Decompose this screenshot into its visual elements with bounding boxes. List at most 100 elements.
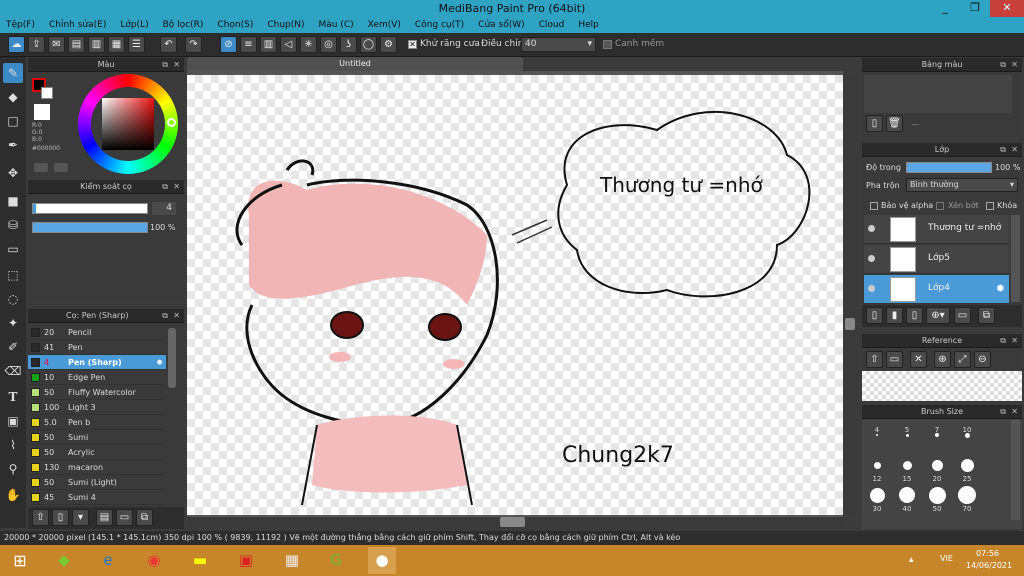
upload-icon[interactable]: ⇧ xyxy=(866,351,883,368)
snap-settings-icon[interactable]: ⚙ xyxy=(380,36,397,53)
lasso-tool-icon[interactable]: ◌ xyxy=(3,289,23,309)
office-icon[interactable]: ▣ xyxy=(232,547,260,574)
layer-folder-icon[interactable]: ▭ xyxy=(954,307,971,324)
close-icon[interactable]: ✕ xyxy=(1011,58,1018,72)
pin-icon[interactable]: ⧉ xyxy=(162,309,168,323)
antialias-checkbox[interactable]: ✕ xyxy=(408,40,417,49)
language-indicator[interactable]: VIE xyxy=(940,554,953,563)
transparent-swatch[interactable] xyxy=(34,104,50,120)
ie-icon[interactable]: e xyxy=(94,547,122,574)
brush-size-dot[interactable] xyxy=(902,460,912,470)
undo-icon[interactable]: ↶ xyxy=(160,36,177,53)
select-tool-icon[interactable]: ⬚ xyxy=(3,265,23,285)
add-brush-icon[interactable]: ⇧ xyxy=(32,509,49,526)
start-button[interactable]: ⊞ xyxy=(2,547,38,574)
menu-edit[interactable]: Chỉnh sửa(E) xyxy=(49,20,106,30)
secondary-color-swatch[interactable] xyxy=(41,87,53,99)
protect-alpha-checkbox[interactable] xyxy=(870,202,878,210)
brush-size-value[interactable]: 4 xyxy=(152,202,176,215)
pin-icon[interactable]: ⧉ xyxy=(1000,405,1006,419)
brush-item[interactable]: 50 Acrylic xyxy=(28,445,166,460)
folder-icon[interactable]: ▬ xyxy=(186,547,214,574)
vertical-scrollbar[interactable] xyxy=(845,75,857,515)
new-layer-1bit-icon[interactable]: ▯ xyxy=(906,307,923,324)
brush-size-dot[interactable] xyxy=(928,486,946,504)
visibility-icon[interactable] xyxy=(868,285,875,292)
brush-size-dot[interactable] xyxy=(958,486,976,504)
menu-select[interactable]: Chọn(S) xyxy=(217,20,253,30)
menu-file[interactable]: Tệp(F) xyxy=(6,20,35,30)
menu-filter[interactable]: Bộ lọc(R) xyxy=(163,20,204,30)
menu-help[interactable]: Help xyxy=(578,20,599,30)
brush-opacity-slider[interactable] xyxy=(32,222,148,233)
brush-size-dot[interactable] xyxy=(869,487,885,503)
brush-item[interactable]: 5.0 Pen b xyxy=(28,415,166,430)
select-eraser-tool-icon[interactable]: ⌫ xyxy=(3,361,23,381)
eyedropper-tool-icon[interactable]: ⌇ xyxy=(3,435,23,455)
lock-checkbox[interactable] xyxy=(986,202,994,210)
visibility-icon[interactable] xyxy=(868,255,875,262)
color-mode-button[interactable] xyxy=(34,163,48,172)
brush-size-slider[interactable] xyxy=(32,203,148,214)
new-palette-icon[interactable]: ▯ xyxy=(866,115,883,132)
snap-circle-icon[interactable]: ◎ xyxy=(320,36,337,53)
close-reference-icon[interactable]: ✕ xyxy=(910,351,927,368)
clock-time[interactable]: 07:56 xyxy=(976,549,999,558)
restore-button[interactable]: ❐ xyxy=(960,0,990,17)
brush-menu-icon[interactable]: ▾ xyxy=(72,509,89,526)
smooth-checkbox[interactable] xyxy=(603,40,612,49)
bluestacks-icon[interactable]: ◆ xyxy=(50,547,78,574)
text-tool-icon[interactable]: T xyxy=(3,387,23,407)
hand-tool-icon[interactable]: ✋ xyxy=(3,485,23,505)
hue-cursor[interactable] xyxy=(167,118,176,127)
menu-view[interactable]: Xem(V) xyxy=(368,20,401,30)
gear-icon[interactable]: ✹ xyxy=(156,355,163,370)
network-app-icon[interactable]: ▦ xyxy=(278,547,306,574)
menu-color[interactable]: Màu (C) xyxy=(319,20,354,30)
duplicate-layer-icon[interactable]: ⧉ xyxy=(978,307,995,324)
menu-layer[interactable]: Lớp(L) xyxy=(120,20,148,30)
horizontal-scrollbar[interactable] xyxy=(187,517,843,528)
duplicate-brush-icon[interactable]: ⧉ xyxy=(136,509,153,526)
document-tab[interactable]: Untitled xyxy=(187,57,523,71)
close-icon[interactable]: ✕ xyxy=(1011,334,1018,348)
eyedropper2-tool-icon[interactable]: ⚲ xyxy=(3,459,23,479)
clock-date[interactable]: 14/06/2021 xyxy=(966,561,1012,570)
page-icon[interactable]: ▥ xyxy=(88,36,105,53)
close-icon[interactable]: ✕ xyxy=(173,180,180,194)
redo-icon[interactable]: ↷ xyxy=(185,36,202,53)
menu-cloud[interactable]: Cloud xyxy=(539,20,565,30)
blend-select[interactable]: Bình thường ▾ xyxy=(906,178,1018,192)
palette-swatches[interactable] xyxy=(864,75,1012,113)
brush-item[interactable]: 50 Sumi (Light) xyxy=(28,475,166,490)
zoom-in-icon[interactable]: ⊕ xyxy=(934,351,951,368)
brush-tool-icon[interactable]: ✎ xyxy=(3,63,23,83)
clipping-checkbox[interactable] xyxy=(936,202,944,210)
drawing-canvas[interactable]: Thương tư =nhớ Chung2k7 xyxy=(187,75,843,515)
adjust-input[interactable]: 40 ▾ xyxy=(521,37,596,52)
close-button[interactable]: ✕ xyxy=(990,0,1024,17)
bucket-tool-icon[interactable]: ⛁ xyxy=(3,215,23,235)
new-layer-icon[interactable]: ▯ xyxy=(866,307,883,324)
brush-size-dot[interactable] xyxy=(960,458,974,472)
note-icon[interactable]: ▤ xyxy=(68,36,85,53)
snap-radial-icon[interactable]: ✳ xyxy=(300,36,317,53)
snap-off-icon[interactable]: ⊘ xyxy=(220,36,237,53)
layer-row[interactable]: Thương tư =nhớ xyxy=(864,215,1009,244)
cloud-icon[interactable]: ☁ xyxy=(8,36,25,53)
snap-ellipse-icon[interactable]: ◯ xyxy=(360,36,377,53)
brush-item[interactable]: 50 Sumi xyxy=(28,430,166,445)
medibang-icon[interactable]: ● xyxy=(368,547,396,574)
brush-size-dot[interactable] xyxy=(931,459,943,471)
brush-item[interactable]: 20 Pencil xyxy=(28,325,166,340)
brush-folder-icon[interactable]: ▭ xyxy=(116,509,133,526)
delete-palette-icon[interactable]: 🗑 xyxy=(886,115,903,132)
list-icon[interactable]: ☰ xyxy=(128,36,145,53)
brush-item[interactable]: 4 Pen (Sharp) ✹ xyxy=(28,355,166,370)
menu-window[interactable]: Cửa sổ(W) xyxy=(478,20,524,30)
pin-icon[interactable]: ⧉ xyxy=(162,58,168,72)
brush-size-dot[interactable] xyxy=(876,434,878,436)
brush-item[interactable]: 10 Edge Pen xyxy=(28,370,166,385)
chrome-icon[interactable]: ◉ xyxy=(140,547,168,574)
brush-item[interactable]: 45 Sumi 4 xyxy=(28,490,166,505)
